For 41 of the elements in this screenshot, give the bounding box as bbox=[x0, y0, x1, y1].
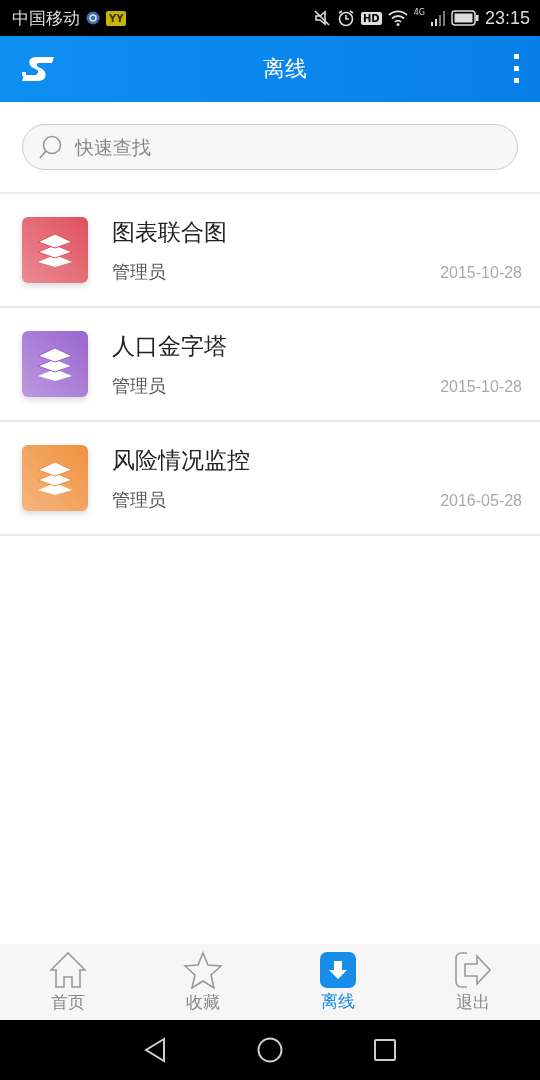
list-item[interactable]: 图表联合图 管理员 2015-10-28 bbox=[0, 194, 540, 308]
sync-icon bbox=[86, 11, 100, 25]
list-item[interactable]: 风险情况监控 管理员 2016-05-28 bbox=[0, 422, 540, 536]
back-icon[interactable] bbox=[143, 1037, 167, 1063]
app-badge: YY bbox=[106, 10, 127, 26]
hd-badge: HD bbox=[361, 11, 382, 25]
item-owner: 管理员 bbox=[112, 487, 166, 512]
list-item[interactable]: 人口金字塔 管理员 2015-10-28 bbox=[0, 308, 540, 422]
item-owner: 管理员 bbox=[112, 373, 166, 398]
clock-time: 23:15 bbox=[484, 7, 530, 29]
exit-icon bbox=[452, 950, 493, 989]
mute-icon bbox=[313, 9, 331, 27]
item-title: 风险情况监控 bbox=[112, 445, 251, 475]
more-menu-icon[interactable] bbox=[514, 54, 520, 84]
home-button-icon[interactable] bbox=[257, 1037, 283, 1063]
tab-button[interactable]: 首页 bbox=[0, 944, 135, 1020]
network-label: 4G bbox=[413, 8, 425, 17]
screen-title: 离线 bbox=[262, 55, 308, 83]
layers-icon bbox=[36, 233, 74, 267]
item-date: 2015-10-28 bbox=[440, 263, 522, 282]
item-owner: 管理员 bbox=[112, 259, 166, 284]
item-date: 2015-10-28 bbox=[440, 377, 522, 396]
home-icon bbox=[47, 950, 88, 989]
tab-button[interactable]: 退出 bbox=[405, 944, 540, 1020]
tab-button[interactable]: 收藏 bbox=[135, 944, 270, 1020]
carrier-name: 中国移动 bbox=[12, 6, 80, 30]
download-icon bbox=[319, 951, 356, 988]
search-field[interactable]: 快速查找 bbox=[22, 124, 518, 170]
alarm-icon bbox=[337, 9, 355, 27]
layers-icon bbox=[36, 461, 74, 495]
signal-icon bbox=[430, 10, 445, 26]
battery-icon bbox=[450, 10, 479, 26]
wifi-icon bbox=[387, 10, 408, 26]
layers-icon bbox=[36, 347, 74, 381]
star-icon bbox=[182, 950, 223, 989]
item-date: 2016-05-28 bbox=[440, 491, 522, 510]
item-title: 图表联合图 bbox=[112, 217, 228, 247]
recents-icon[interactable] bbox=[373, 1038, 397, 1062]
app-logo-icon bbox=[20, 54, 56, 84]
item-title: 人口金字塔 bbox=[112, 331, 228, 361]
tab-button[interactable]: 离线 bbox=[270, 944, 405, 1020]
